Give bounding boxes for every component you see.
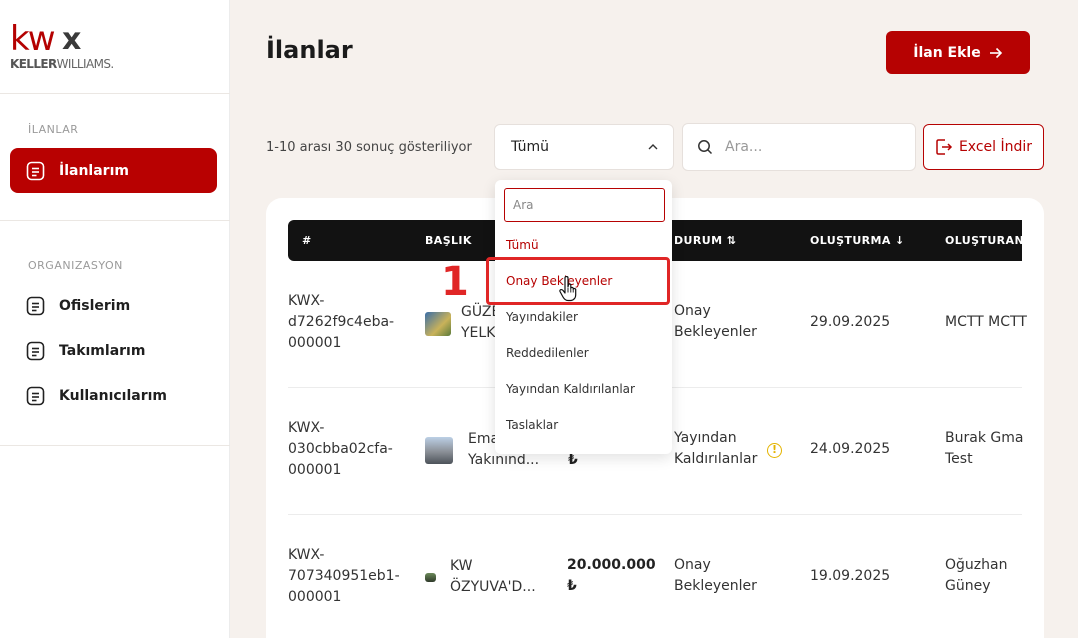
column-header-status[interactable]: DURUM ⇅ <box>674 234 736 247</box>
listing-creator: MCTT MCTT <box>945 314 1027 330</box>
search-icon <box>698 140 713 155</box>
section-label-ilanlar: İLANLAR <box>28 123 79 136</box>
chevron-up-icon <box>648 144 658 150</box>
status-filter-value: Tümü <box>511 139 550 155</box>
logo-x-text: x <box>62 22 82 57</box>
listing-price: 20.000.000 ₺ <box>567 557 656 594</box>
listing-id: KWX-d7262f9c4eba- 000001 <box>288 293 395 351</box>
excel-download-button[interactable]: Excel İndir <box>923 124 1044 170</box>
listing-status: Yayından Kaldırılanlar <box>674 430 758 467</box>
page-title: İlanlar <box>266 36 353 64</box>
sidebar-item-label: Ofislerim <box>59 297 131 314</box>
dropdown-option-yayindakiler[interactable]: Yayındakiler <box>506 310 578 324</box>
section-label-organizasyon: ORGANIZASYON <box>28 259 123 272</box>
listing-creator: Oğuzhan Güney <box>945 557 1008 594</box>
logo-kw-text: kw <box>10 19 55 59</box>
sidebar-item-label: Takımlarım <box>59 342 146 359</box>
excel-download-label: Excel İndir <box>958 139 1033 155</box>
dropdown-option-taslaklar[interactable]: Taslaklar <box>506 418 558 432</box>
sidebar-item-label: İlanlarım <box>59 162 129 179</box>
add-listing-button-label: İlan Ekle <box>913 44 981 61</box>
export-icon <box>936 139 953 155</box>
kw-logo[interactable]: kw x KELLERWILLIAMS. <box>10 22 160 74</box>
column-header-creator[interactable]: OLUŞTURAN <box>945 234 1024 247</box>
listing-thumbnail <box>425 437 453 464</box>
column-header-number[interactable]: # <box>302 234 312 247</box>
add-listing-button[interactable]: İlan Ekle <box>886 31 1030 74</box>
listing-id: KWX- 030cbba02cfa- 000001 <box>288 420 393 478</box>
status-filter-dropdown: Ara Tümü Onay Bekleyenler Yayındakiler R… <box>495 180 672 454</box>
listing-title: KW ÖZYUVA'D... <box>450 558 536 595</box>
sidebar-item-ofislerim[interactable]: Ofislerim <box>10 283 217 328</box>
document-icon <box>26 161 45 181</box>
column-header-created[interactable]: OLUŞTURMA ↓ <box>810 234 905 247</box>
dropdown-option-tumu[interactable]: Tümü <box>506 238 539 252</box>
sidebar-item-label: Kullanıcılarım <box>59 387 168 404</box>
sidebar-divider <box>0 93 230 94</box>
search-input[interactable]: Ara... <box>682 123 916 171</box>
listing-thumbnail <box>425 312 451 336</box>
arrow-right-icon <box>989 47 1002 58</box>
sidebar-item-takimlarim[interactable]: Takımlarım <box>10 328 217 373</box>
hand-pointer-icon <box>559 276 577 302</box>
listing-created-date: 19.09.2025 <box>810 568 891 584</box>
dropdown-option-yayindan-kaldirilanlar[interactable]: Yayından Kaldırılanlar <box>506 382 635 396</box>
listing-creator: Burak Gma Test <box>945 430 1024 467</box>
logo-subtitle: KELLERWILLIAMS. <box>10 57 114 71</box>
result-count: 1-10 arası 30 sonuç gösteriliyor <box>266 140 472 155</box>
dropdown-search-input[interactable]: Ara <box>504 188 665 222</box>
sidebar: kw x KELLERWILLIAMS. İLANLAR İlanlarım O… <box>0 0 230 638</box>
document-icon <box>26 296 45 316</box>
status-filter-select[interactable]: Tümü <box>494 124 674 170</box>
document-icon <box>26 386 45 406</box>
sidebar-item-kullanicilarim[interactable]: Kullanıcılarım <box>10 373 217 418</box>
sidebar-divider <box>0 220 230 221</box>
dropdown-option-reddedilenler[interactable]: Reddedilenler <box>506 346 589 360</box>
sidebar-item-ilanlarim[interactable]: İlanlarım <box>10 148 217 193</box>
listing-status: Onay Bekleyenler <box>674 303 757 340</box>
listing-status: Onay Bekleyenler <box>674 557 757 594</box>
listing-thumbnail <box>425 573 436 582</box>
document-icon <box>26 341 45 361</box>
listing-created-date: 24.09.2025 <box>810 441 891 457</box>
sidebar-divider <box>0 445 230 446</box>
warning-icon[interactable] <box>767 443 782 458</box>
listing-created-date: 29.09.2025 <box>810 314 891 330</box>
table-row[interactable]: KWX- 707340951eb1- 000001 KW ÖZYUVA'D... 20… <box>288 515 1022 638</box>
search-placeholder: Ara... <box>725 139 763 155</box>
listing-id: KWX- 707340951eb1- 000001 <box>288 547 400 605</box>
column-header-title[interactable]: BAŞLIK <box>425 234 472 247</box>
annotation-step-number: 1 <box>441 259 469 305</box>
